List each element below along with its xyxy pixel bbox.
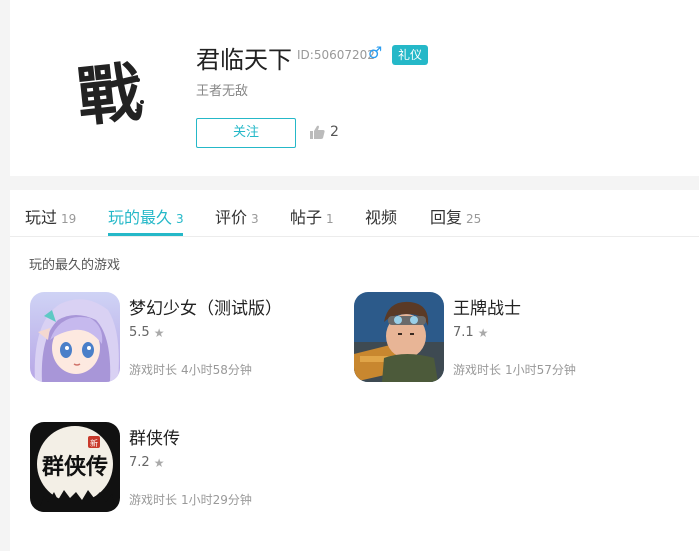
game-name[interactable]: 王牌战士 bbox=[453, 294, 521, 319]
play-time-value: 1小时57分钟 bbox=[505, 363, 576, 377]
profile-card: 戰 君临天下 ID:50607202 ♂ 礼仪 王者无敌 关注 2 bbox=[10, 0, 699, 176]
svg-text:群侠传: 群侠传 bbox=[42, 454, 108, 480]
star-icon: ★ bbox=[477, 325, 489, 340]
game-item[interactable]: 王牌战士 7.1 ★ 游戏时长 1小时57分钟 bbox=[354, 292, 654, 387]
tab-posts[interactable]: 帖子 1 bbox=[290, 204, 334, 228]
rating-value: 7.2 bbox=[129, 455, 150, 470]
tab-label: 帖子 bbox=[290, 208, 323, 227]
avatar-calligraphy: 戰 bbox=[73, 54, 144, 137]
like-count: 2 bbox=[330, 124, 339, 140]
svg-text:新: 新 bbox=[90, 438, 98, 448]
tab-longest-played[interactable]: 玩的最久 3 bbox=[108, 204, 184, 228]
game-name[interactable]: 梦幻少女（测试版） bbox=[129, 294, 282, 319]
tab-label: 回复 bbox=[430, 208, 463, 227]
play-time-value: 1小时29分钟 bbox=[181, 493, 252, 507]
soldier-icon[interactable] bbox=[354, 292, 444, 382]
like-button[interactable]: 2 bbox=[310, 124, 339, 140]
avatar[interactable]: 戰 bbox=[58, 40, 158, 140]
thumbs-up-icon bbox=[310, 125, 325, 139]
section-title: 玩的最久的游戏 bbox=[29, 258, 121, 273]
tab-played[interactable]: 玩过 19 bbox=[25, 204, 76, 228]
username: 君临天下 bbox=[196, 46, 292, 74]
game-item[interactable]: 群侠传 新 群侠传 7.2 ★ 游戏时长 1小时29分钟 bbox=[30, 422, 330, 517]
male-icon: ♂ bbox=[368, 43, 383, 62]
tab-count: 3 bbox=[176, 212, 184, 226]
play-time: 游戏时长 1小时29分钟 bbox=[129, 491, 252, 508]
tab-bar: 玩过 19 玩的最久 3 评价 3 帖子 1 视频 回复 25 bbox=[10, 190, 699, 237]
tab-label: 玩的最久 bbox=[108, 208, 173, 227]
play-time: 游戏时长 4小时58分钟 bbox=[129, 361, 252, 378]
tab-count: 3 bbox=[251, 212, 259, 226]
game-rating: 7.2 ★ bbox=[129, 455, 164, 470]
follow-button[interactable]: 关注 bbox=[196, 118, 296, 148]
tab-videos[interactable]: 视频 bbox=[365, 204, 397, 228]
star-icon: ★ bbox=[153, 455, 165, 470]
user-id: ID:50607202 bbox=[297, 48, 375, 62]
game-rating: 7.1 ★ bbox=[453, 325, 488, 340]
tab-count: 19 bbox=[61, 212, 77, 226]
tab-label: 玩过 bbox=[25, 208, 58, 227]
anime-girl-icon[interactable] bbox=[30, 292, 120, 382]
calligraphy-logo-icon[interactable]: 群侠传 新 bbox=[30, 422, 120, 512]
content-card: 玩过19 玩的最久3 评价3 帖子1 视频 回复25 玩的最久的游戏 bbox=[10, 190, 699, 551]
star-icon: ★ bbox=[153, 325, 165, 340]
game-name[interactable]: 群侠传 bbox=[129, 424, 180, 449]
tab-count: 25 bbox=[466, 212, 482, 226]
play-time-label: 游戏时长 bbox=[129, 493, 178, 507]
play-time-value: 4小时58分钟 bbox=[181, 363, 252, 377]
title-badge: 礼仪 bbox=[392, 45, 429, 65]
tab-reviews[interactable]: 评价 3 bbox=[215, 204, 259, 228]
tab-label: 视频 bbox=[365, 208, 398, 227]
rating-value: 5.5 bbox=[129, 325, 150, 340]
rating-value: 7.1 bbox=[453, 325, 474, 340]
tab-count: 1 bbox=[326, 212, 334, 226]
play-time-label: 游戏时长 bbox=[129, 363, 178, 377]
play-time-label: 游戏时长 bbox=[453, 363, 502, 377]
game-rating: 5.5 ★ bbox=[129, 325, 164, 340]
tab-replies[interactable]: 回复 25 bbox=[430, 204, 481, 228]
user-bio: 王者无敌 bbox=[196, 84, 249, 99]
active-tab-indicator bbox=[108, 233, 183, 236]
tab-label: 评价 bbox=[215, 208, 248, 227]
play-time: 游戏时长 1小时57分钟 bbox=[453, 361, 576, 378]
game-item[interactable]: 梦幻少女（测试版） 5.5 ★ 游戏时长 4小时58分钟 bbox=[30, 292, 330, 387]
avatar-ink-dots bbox=[136, 78, 140, 82]
